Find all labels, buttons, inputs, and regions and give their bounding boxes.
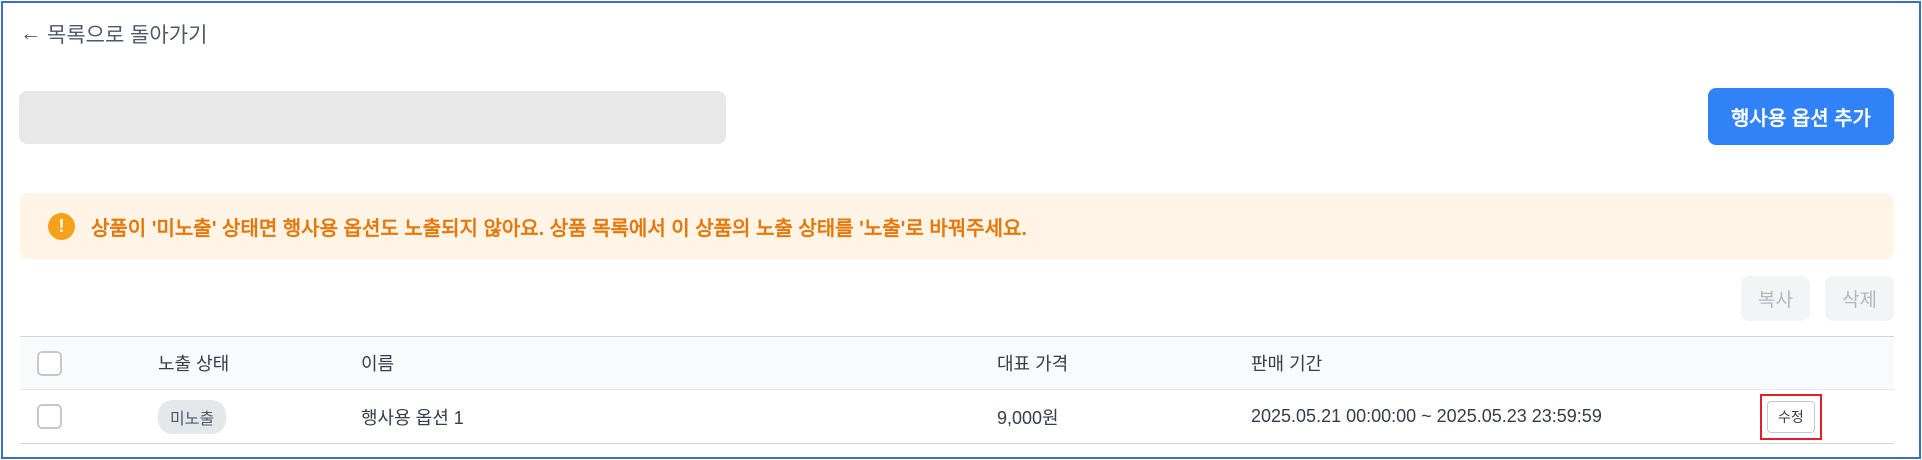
copy-button[interactable]: 복사 (1741, 276, 1810, 321)
back-to-list-link[interactable]: ← 목록으로 돌아가기 (20, 19, 207, 49)
edit-highlight: 수정 (1760, 393, 1822, 440)
period-cell: 2025.05.21 00:00:00 ~ 2025.05.23 23:59:5… (1251, 406, 1602, 426)
table-header: 노출 상태 이름 대표 가격 판매 기간 (20, 336, 1894, 390)
row-checkbox[interactable] (37, 404, 62, 429)
back-link-label: 목록으로 돌아가기 (47, 24, 208, 47)
row-checkbox-cell (37, 390, 62, 443)
header-status: 노출 상태 (158, 354, 230, 374)
arrow-left-icon: ← (20, 22, 41, 45)
edit-button[interactable]: 수정 (1767, 400, 1815, 433)
price-cell: 9,000원 (997, 407, 1059, 428)
name-cell: 행사용 옵션 1 (361, 407, 464, 428)
action-cell: 수정 (1760, 390, 1822, 443)
product-name-placeholder (19, 91, 726, 144)
exclamation-circle-icon: ! (48, 212, 75, 240)
table-row: 미노출 행사용 옵션 1 9,000원 2025.05.21 00:00:00 … (20, 390, 1894, 444)
header-period: 판매 기간 (1251, 354, 1323, 374)
page-frame: ← 목록으로 돌아가기 행사용 옵션 추가 ! 상품이 '미노출' 상태면 행사… (1, 1, 1921, 459)
warning-message: 상품이 '미노출' 상태면 행사용 옵션도 노출되지 않아요. 상품 목록에서 … (91, 217, 1027, 240)
add-event-option-button[interactable]: 행사용 옵션 추가 (1708, 88, 1894, 145)
header-checkbox-cell (37, 337, 62, 389)
warning-notice: ! 상품이 '미노출' 상태면 행사용 옵션도 노출되지 않아요. 상품 목록에… (20, 193, 1894, 259)
select-all-checkbox[interactable] (37, 350, 62, 376)
delete-button[interactable]: 삭제 (1825, 276, 1894, 321)
header-price: 대표 가격 (997, 354, 1069, 374)
header-name: 이름 (361, 354, 395, 374)
options-table: 노출 상태 이름 대표 가격 판매 기간 미노출 행사용 옵션 1 9,000원… (20, 336, 1894, 444)
status-badge: 미노출 (158, 399, 227, 434)
status-cell: 미노출 (158, 390, 227, 443)
